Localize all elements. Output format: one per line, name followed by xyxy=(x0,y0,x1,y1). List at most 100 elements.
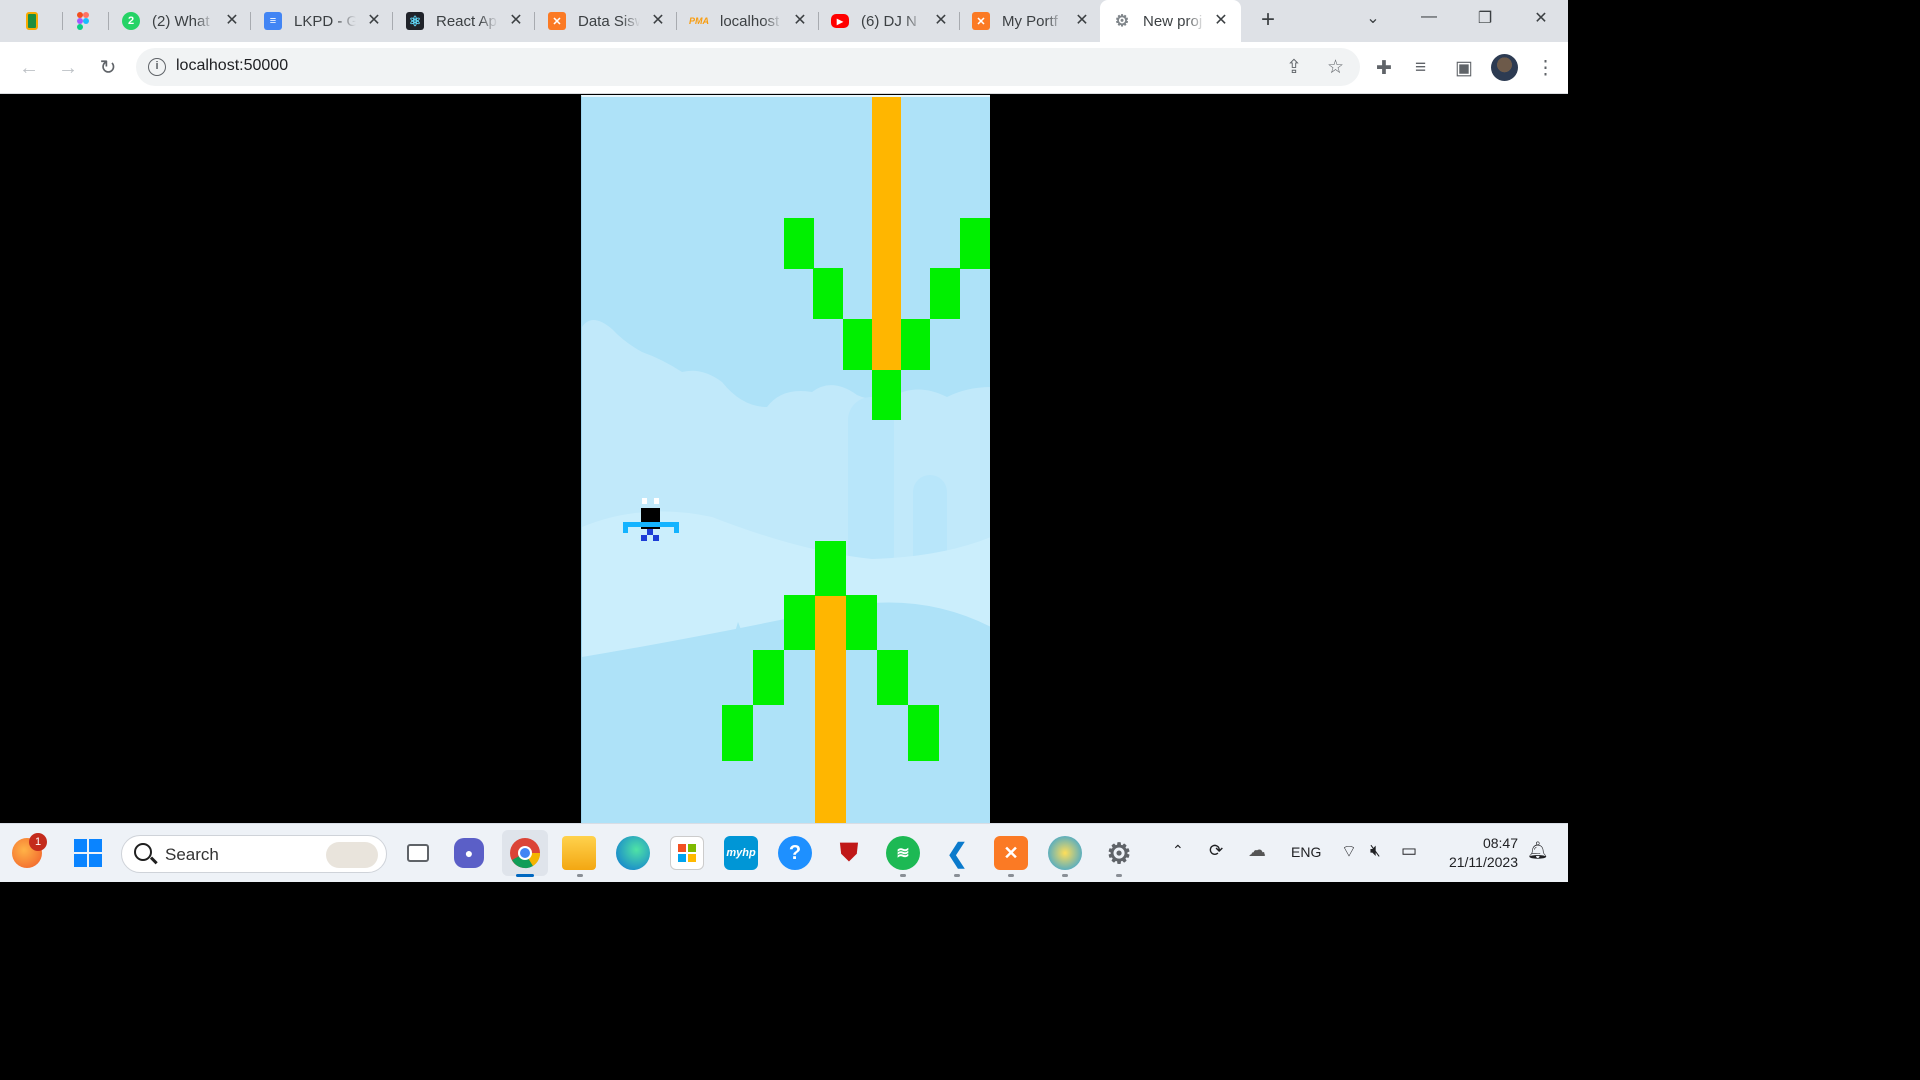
tab-lkpd[interactable]: ≡ LKPD - G ✕ xyxy=(264,0,384,42)
xampp-icon[interactable]: ✕ xyxy=(994,836,1028,870)
tab-title: React Ap xyxy=(436,12,497,30)
tab-title: New proj xyxy=(1143,12,1203,30)
running-indicator xyxy=(516,874,534,877)
clock-date: 21/11/2023 xyxy=(1448,854,1518,870)
leaf-block xyxy=(843,319,872,370)
leaf-block xyxy=(722,705,753,761)
share-icon[interactable]: ⇪ xyxy=(1286,56,1302,79)
leaf-block xyxy=(960,218,990,269)
spotify-icon[interactable]: ≋ xyxy=(886,836,920,870)
pipe-bottom xyxy=(815,595,846,823)
notification-bell-icon[interactable]: 🔔︎ xyxy=(1527,841,1549,861)
close-tab-icon[interactable]: ✕ xyxy=(222,11,242,31)
leaf-block xyxy=(753,650,784,705)
youtube-icon: ▶ xyxy=(831,14,849,28)
close-tab-icon[interactable]: ✕ xyxy=(1072,11,1092,31)
clock-time: 08:47 xyxy=(1482,835,1518,851)
taskbar-search[interactable]: Search xyxy=(121,835,387,873)
leaf-block xyxy=(930,268,960,319)
get-help-icon[interactable]: ? xyxy=(778,836,812,870)
mcafee-icon[interactable]: ⛊ xyxy=(832,836,866,870)
profile-avatar[interactable] xyxy=(1491,54,1518,81)
sync-icon[interactable]: ⟳ xyxy=(1209,841,1223,861)
react-icon: ⚛ xyxy=(406,12,424,30)
tab-title: localhost xyxy=(720,12,780,30)
vscode-icon[interactable]: ❮ xyxy=(940,836,974,870)
running-indicator xyxy=(1116,874,1122,877)
side-panel-icon[interactable]: ▣ xyxy=(1455,57,1473,80)
running-indicator xyxy=(577,874,583,877)
myhp-label: myhp xyxy=(726,847,756,859)
language-indicator[interactable]: ENG xyxy=(1291,844,1321,860)
game-canvas[interactable] xyxy=(581,95,990,823)
volume-muted-icon[interactable]: 🔇︎ xyxy=(1370,841,1381,861)
running-indicator xyxy=(954,874,960,877)
minimize-icon[interactable]: — xyxy=(1414,8,1444,26)
game-scene xyxy=(582,97,990,823)
paint-icon[interactable] xyxy=(1048,836,1082,870)
tab-youtube[interactable]: ▶ (6) DJ N ✕ xyxy=(831,0,951,42)
phpmyadmin-icon: PMA xyxy=(689,16,709,26)
tab-title: Data Sisw xyxy=(578,12,640,30)
url-text[interactable]: localhost:50000 xyxy=(176,57,288,75)
tab-data-siswa[interactable]: ✕ Data Sisw ✕ xyxy=(548,0,668,42)
wifi-icon[interactable]: ⌔ xyxy=(1341,841,1357,862)
pipe-top xyxy=(872,97,901,370)
onedrive-cloud-icon[interactable]: ☁ xyxy=(1248,840,1266,861)
close-tab-icon[interactable]: ✕ xyxy=(931,11,951,31)
menu-kebab-icon[interactable]: ⋮ xyxy=(1536,57,1555,80)
figma-icon xyxy=(76,12,90,30)
reload-icon[interactable]: ↻ xyxy=(95,55,121,81)
battery-icon[interactable]: ▭ xyxy=(1401,841,1417,861)
leaf-block xyxy=(815,541,846,596)
tab-whatsapp[interactable]: 2 (2) What ✕ xyxy=(122,0,242,42)
leaf-block xyxy=(908,705,939,761)
start-windows-icon[interactable] xyxy=(71,836,105,870)
tree-trunk xyxy=(848,397,894,577)
settings-icon[interactable]: ⚙ xyxy=(1102,836,1136,870)
forward-icon[interactable]: → xyxy=(55,55,81,81)
tab-search-chevron-icon[interactable]: ⌄ xyxy=(1358,8,1388,28)
teams-chat-icon[interactable]: ● xyxy=(454,838,484,868)
close-tab-icon[interactable]: ✕ xyxy=(790,11,810,31)
close-tab-icon[interactable]: ✕ xyxy=(364,11,384,31)
chrome-icon[interactable] xyxy=(502,830,548,876)
tab-classroom[interactable] xyxy=(26,0,50,42)
close-tab-icon[interactable]: ✕ xyxy=(506,11,526,31)
close-window-icon[interactable]: ✕ xyxy=(1526,8,1556,28)
tab-figma[interactable] xyxy=(76,0,96,42)
tab-new-project[interactable]: ⚙ New proj ✕ xyxy=(1100,0,1241,42)
close-tab-icon[interactable]: ✕ xyxy=(648,11,668,31)
system-clock[interactable]: 08:47 21/11/2023 xyxy=(1430,834,1518,872)
microsoft-store-icon[interactable] xyxy=(670,836,704,870)
xampp-icon: ✕ xyxy=(548,12,566,30)
leaf-block xyxy=(877,650,908,705)
new-tab-button[interactable]: + xyxy=(1256,8,1280,33)
windows-taskbar: 1 Search ● myhp ? ⛊ ≋ ❮ ✕ ⚙ ⌃ ⟳ ☁ ENG ⌔ … xyxy=(0,823,1568,882)
leaf-block xyxy=(872,370,901,420)
media-control-icon[interactable]: ≡ xyxy=(1415,57,1426,79)
search-highlight-image xyxy=(326,842,378,868)
address-bar[interactable]: i localhost:50000 ⇪ ☆ xyxy=(136,48,1360,86)
tab-localhost[interactable]: PMA localhost ✕ xyxy=(689,0,810,42)
close-tab-icon[interactable]: ✕ xyxy=(1211,11,1231,31)
back-icon[interactable]: ← xyxy=(16,55,42,81)
extensions-icon[interactable]: ✚ xyxy=(1376,57,1392,80)
site-info-icon[interactable]: i xyxy=(148,58,166,76)
file-explorer-icon[interactable] xyxy=(562,836,596,870)
edge-icon[interactable] xyxy=(616,836,650,870)
myhp-icon[interactable]: myhp xyxy=(724,836,758,870)
bookmark-star-icon[interactable]: ☆ xyxy=(1327,56,1344,79)
tab-react-app[interactable]: ⚛ React Ap ✕ xyxy=(406,0,526,42)
restore-icon[interactable]: ❐ xyxy=(1470,8,1500,28)
task-view-icon[interactable] xyxy=(401,836,435,870)
notification-badge: 1 xyxy=(29,833,47,851)
settings-gear-icon: ⚙ xyxy=(1114,13,1130,30)
show-hidden-icons-chevron[interactable]: ⌃ xyxy=(1172,842,1184,859)
tab-my-portfolio[interactable]: ✕ My Portf ✕ xyxy=(972,0,1092,42)
leaf-block xyxy=(846,595,877,650)
tab-title: (2) What xyxy=(152,12,210,30)
tab-title: (6) DJ N xyxy=(861,12,917,30)
leaf-block xyxy=(813,268,843,319)
leaf-block xyxy=(901,319,930,370)
